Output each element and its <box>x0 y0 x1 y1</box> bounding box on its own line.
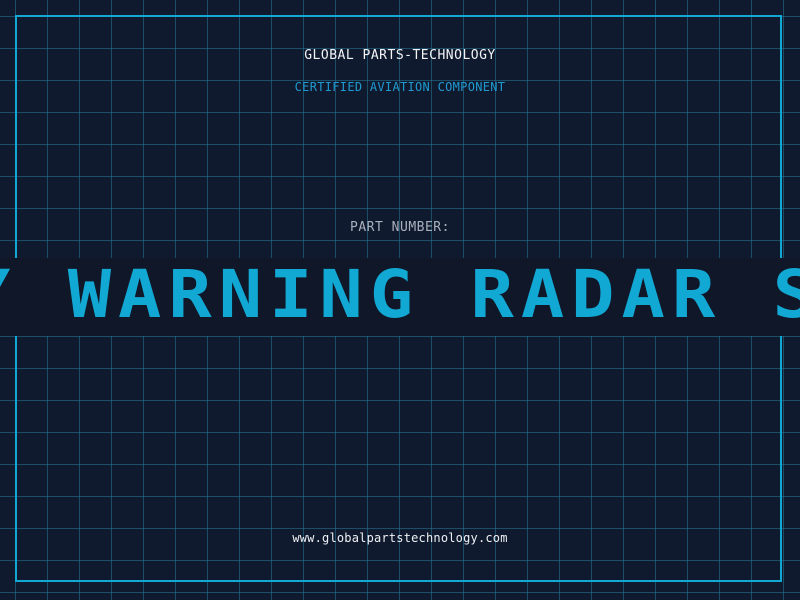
part-number-value: Y WARNING RADAR SY <box>0 258 800 333</box>
website-url: www.globalpartstechnology.com <box>292 531 508 545</box>
part-number-band: Y WARNING RADAR SY <box>0 258 800 336</box>
part-number-label: PART NUMBER: <box>350 220 450 235</box>
certification-subtitle: CERTIFIED AVIATION COMPONENT <box>294 80 506 94</box>
company-name: GLOBAL PARTS-TECHNOLOGY <box>304 48 496 63</box>
